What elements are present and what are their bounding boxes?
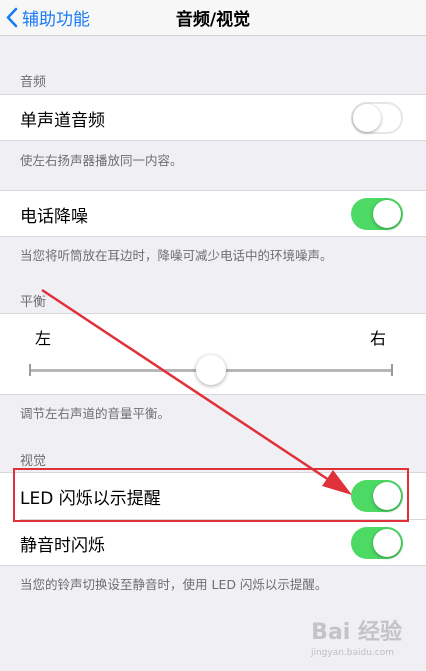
annotation-arrow xyxy=(41,288,352,495)
baidu-watermark: Bai 经验 xyxy=(311,620,402,645)
baidu-watermark-url: jingyan.baidu.com xyxy=(310,648,394,658)
